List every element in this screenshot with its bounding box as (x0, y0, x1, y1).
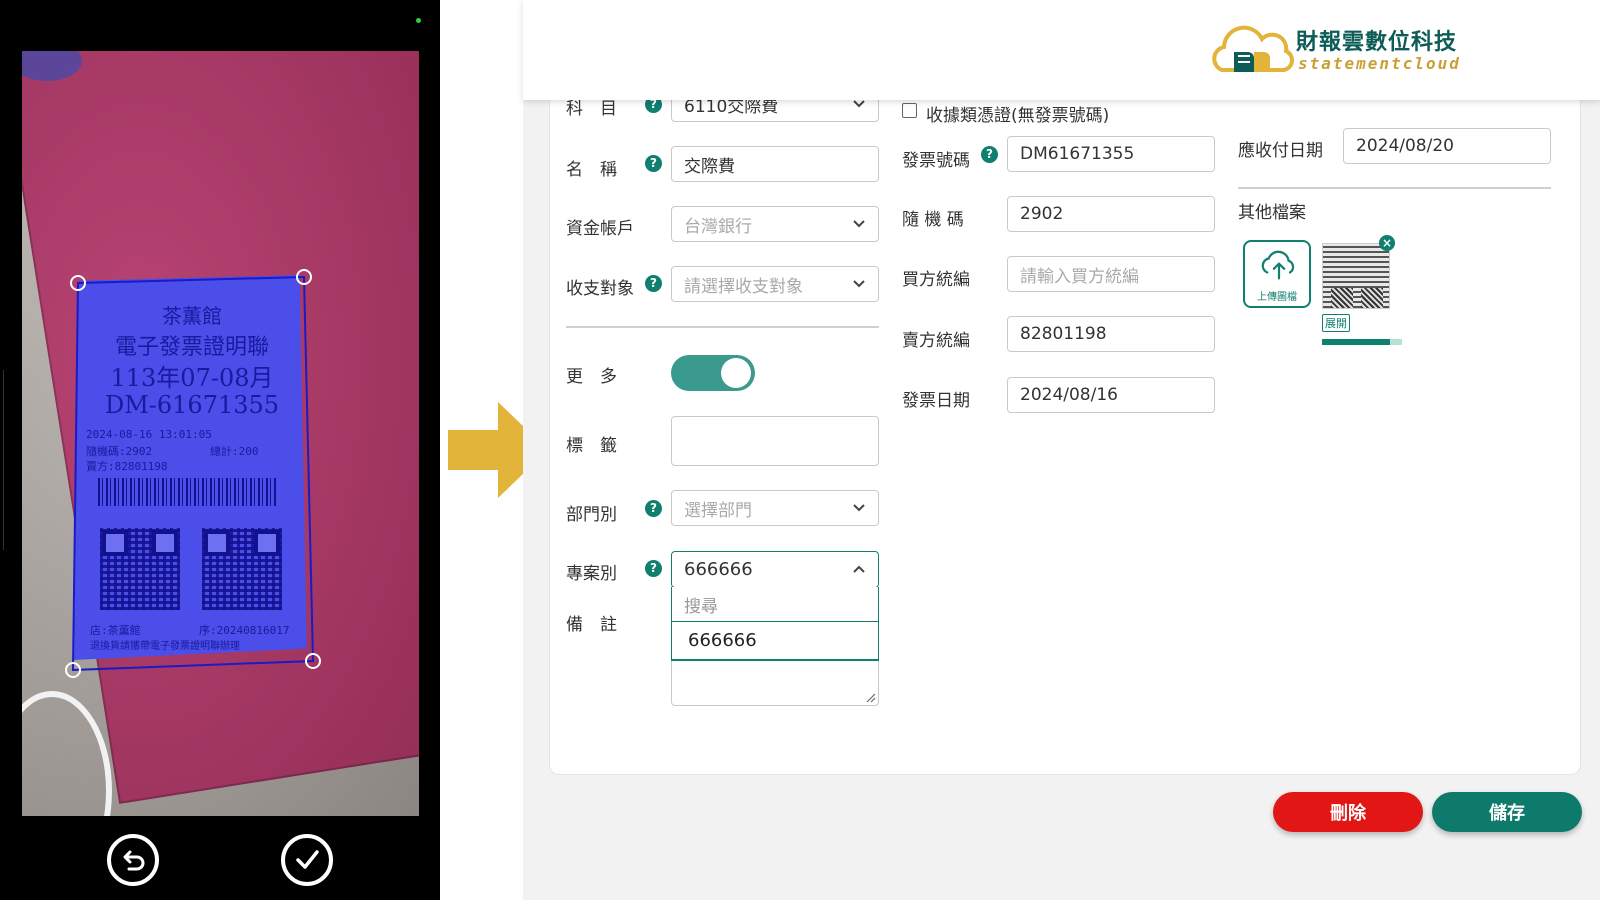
undo-icon (123, 850, 145, 871)
receipt-total: 總計:200 (210, 445, 259, 458)
name-help-icon[interactable]: ? (645, 155, 662, 172)
crop-handle-bottom-right[interactable] (305, 653, 321, 669)
chevron-down-icon (853, 504, 865, 512)
tags-label: 標 籤 (566, 436, 617, 456)
receipt-voucher-label: 收據類憑證(無發票號碼) (926, 106, 1110, 126)
more-label: 更 多 (566, 367, 617, 387)
receipt-seller: 賣方:82801198 (86, 460, 168, 473)
chevron-down-icon (853, 220, 865, 228)
more-toggle[interactable] (671, 355, 755, 391)
phone-camera-panel: 茶薫館 電子發票證明聯 113年07-08月 DM-61671355 2024-… (0, 0, 440, 900)
project-option-label: 666666 (688, 630, 757, 651)
counterparty-placeholder: 請選擇收支對象 (684, 276, 803, 297)
upload-progress-bar (1322, 339, 1402, 345)
department-help-icon[interactable]: ? (645, 500, 662, 517)
department-label: 部門別 (566, 505, 617, 525)
name-value: 交際費 (684, 156, 735, 177)
seller-tax-id-input[interactable]: 82801198 (1007, 316, 1215, 352)
department-placeholder: 選擇部門 (684, 500, 752, 521)
receipt-footer-store: 店:茶薫館 (90, 624, 141, 637)
cloud-book-logo-icon (1212, 25, 1295, 72)
random-code-label: 隨 機 碼 (902, 210, 964, 230)
seller-tax-id-label: 賣方統編 (902, 331, 970, 351)
remark-textarea[interactable] (671, 658, 879, 706)
project-search-placeholder: 搜尋 (684, 596, 718, 617)
screenshot-stage: 茶薫館 電子發票證明聯 113年07-08月 DM-61671355 2024-… (0, 0, 1600, 900)
seller-tax-id-value: 82801198 (1020, 324, 1107, 344)
receipt-store: 茶薫館 (162, 304, 222, 328)
project-search-input[interactable]: 搜尋 (672, 587, 878, 622)
delete-button[interactable]: 刪除 (1273, 792, 1423, 832)
fund-account-label: 資金帳戶 (566, 219, 634, 239)
due-date-input[interactable]: 2024/08/20 (1343, 128, 1551, 164)
department-select[interactable]: 選擇部門 (671, 490, 879, 526)
upload-progress-fill (1322, 339, 1390, 345)
receipt-random-code: 隨機碼:2902 (86, 445, 153, 458)
invoice-date-input[interactable]: 2024/08/16 (1007, 377, 1215, 413)
invoice-date-label: 發票日期 (902, 391, 970, 411)
buyer-tax-id-placeholder: 請輸入買方統編 (1020, 266, 1139, 287)
invoice-date-value: 2024/08/16 (1020, 385, 1118, 405)
chevron-up-icon (853, 565, 865, 573)
tags-input[interactable] (671, 416, 879, 466)
receipt-footer-note: 退換貨請攜帶電子發票證明聯辦理 (90, 641, 240, 652)
fund-account-value: 台灣銀行 (684, 216, 752, 237)
left-divider (566, 326, 879, 328)
project-select[interactable]: 666666 (671, 551, 879, 588)
due-date-value: 2024/08/20 (1356, 136, 1454, 156)
right-divider (1238, 187, 1551, 189)
receipt-footer-seq: 序:20240816017 (199, 624, 290, 637)
project-option[interactable]: 666666 (672, 622, 878, 660)
expand-button[interactable]: 展開 (1322, 314, 1350, 332)
project-label: 專案別 (566, 564, 617, 584)
attachment-thumbnail[interactable] (1322, 243, 1390, 309)
name-label: 名 稱 (566, 160, 617, 180)
confirm-button[interactable] (281, 834, 333, 886)
counterparty-help-icon[interactable]: ? (645, 275, 662, 292)
receipt-datetime: 2024-08-16 13:01:05 (86, 428, 212, 441)
phone-side-bar (0, 370, 4, 550)
receipt-voucher-checkbox[interactable] (902, 103, 917, 118)
status-dot (416, 18, 421, 23)
brand-name-cn: 財報雲數位科技 (1296, 30, 1458, 55)
receipt-period: 113年07-08月 (110, 364, 274, 392)
resize-handle-icon[interactable] (864, 691, 876, 703)
project-help-icon[interactable]: ? (645, 560, 662, 577)
buyer-tax-id-input[interactable]: 請輸入買方統編 (1007, 256, 1215, 292)
invoice-no-help-icon[interactable]: ? (981, 146, 998, 163)
receipt-qr-right (202, 528, 282, 610)
chevron-down-icon (853, 280, 865, 288)
name-input[interactable]: 交際費 (671, 146, 879, 182)
crop-handle-top-right[interactable] (296, 269, 312, 285)
counterparty-select[interactable]: 請選擇收支對象 (671, 266, 879, 302)
crop-handle-bottom-left[interactable] (65, 662, 81, 678)
receipt-qr-left (100, 528, 180, 610)
other-files-label: 其他檔案 (1238, 203, 1306, 223)
counterparty-label: 收支對象 (566, 279, 634, 299)
remark-label: 備 註 (566, 615, 617, 635)
random-code-input[interactable]: 2902 (1007, 196, 1215, 232)
brand-name-en: statementcloud (1298, 54, 1461, 73)
crop-handle-top-left[interactable] (70, 275, 86, 291)
check-icon (296, 850, 319, 869)
toggle-knob (721, 358, 751, 388)
upload-label: 上傳圖檔 (1257, 292, 1297, 303)
undo-button[interactable] (107, 834, 159, 886)
fund-account-select[interactable]: 台灣銀行 (671, 206, 879, 242)
remove-attachment-icon[interactable]: × (1379, 235, 1395, 251)
buyer-tax-id-label: 買方統編 (902, 270, 970, 290)
invoice-no-value: DM61671355 (1020, 144, 1135, 164)
upload-image-button[interactable]: 上傳圖檔 (1243, 240, 1311, 308)
invoice-no-label: 發票號碼 (902, 151, 970, 171)
receipt-barcode (98, 478, 276, 506)
receipt-number: DM-61671355 (104, 391, 280, 419)
invoice-no-input[interactable]: DM61671355 (1007, 136, 1215, 172)
project-value: 666666 (684, 559, 753, 580)
random-code-value: 2902 (1020, 204, 1064, 224)
due-date-label: 應收付日期 (1238, 141, 1323, 161)
project-dropdown: 搜尋 666666 (671, 587, 879, 661)
receipt-title: 電子發票證明聯 (114, 335, 269, 360)
save-button[interactable]: 儲存 (1432, 792, 1582, 832)
